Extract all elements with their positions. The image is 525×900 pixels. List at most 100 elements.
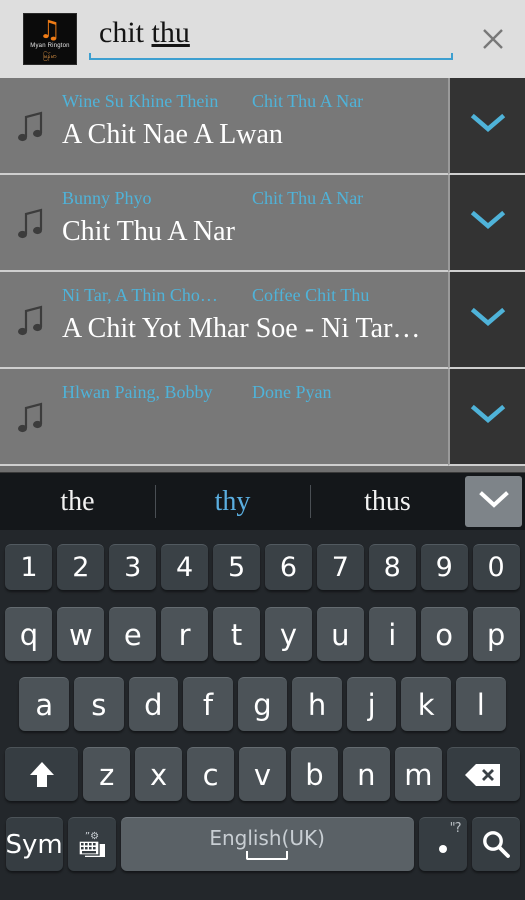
- period-key[interactable]: "?: [418, 817, 467, 871]
- clear-search-button[interactable]: [461, 0, 525, 78]
- row-artist: Wine Su Khine Thein: [62, 91, 219, 111]
- space-key[interactable]: English(UK): [120, 817, 414, 871]
- shift-key[interactable]: [5, 747, 79, 801]
- backspace-key[interactable]: [446, 747, 520, 801]
- table-row[interactable]: Ni Tar, A Thin Cho… Coffee Chit Thu A Ch…: [0, 272, 525, 369]
- key-j[interactable]: j: [346, 677, 397, 731]
- space-bar-glyph: [246, 851, 289, 860]
- period-dot-icon: [438, 844, 447, 853]
- suggestion-item-0[interactable]: the: [0, 473, 155, 530]
- app-root: ♫ Myan Rington မြန်မာ chit thu Wine Su K…: [0, 0, 525, 900]
- space-key-label: English(UK): [209, 826, 325, 850]
- key-v[interactable]: v: [239, 747, 286, 801]
- shift-up-icon: [27, 759, 57, 791]
- key-8[interactable]: 8: [368, 544, 416, 590]
- key-3[interactable]: 3: [109, 544, 157, 590]
- row-title: A Chit Yot Mhar Soe - Ni Tar…: [62, 313, 421, 344]
- key-4[interactable]: 4: [161, 544, 209, 590]
- key-9[interactable]: 9: [420, 544, 468, 590]
- search-query-composing: thu: [151, 16, 190, 49]
- key-x[interactable]: x: [135, 747, 183, 801]
- app-icon[interactable]: ♫ Myan Rington မြန်မာ: [23, 13, 77, 65]
- suggestion-strip: the thy thus: [0, 472, 525, 530]
- key-7[interactable]: 7: [316, 544, 364, 590]
- row-expand-button[interactable]: [448, 272, 525, 369]
- row-album: Chit Thu A Nar: [252, 188, 364, 208]
- chevron-down-icon: [469, 208, 507, 237]
- row-meta: Bunny Phyo Chit Thu A Nar: [62, 188, 448, 209]
- chevron-down-icon: [469, 305, 507, 334]
- search-key[interactable]: [471, 817, 520, 871]
- search-input-text: chit thu: [99, 16, 190, 50]
- row-meta: Hlwan Paing, Bobby Done Pyan: [62, 382, 448, 403]
- search-input[interactable]: chit thu: [89, 10, 455, 68]
- period-key-hint: "?: [449, 821, 462, 836]
- table-row[interactable]: Hlwan Paing, Bobby Done Pyan: [0, 369, 525, 466]
- backspace-icon: [463, 762, 503, 788]
- search-results-list[interactable]: Wine Su Khine Thein Chit Thu A Nar A Chi…: [0, 78, 525, 480]
- key-0[interactable]: 0: [472, 544, 520, 590]
- app-logo-line2: မြန်မာ: [42, 54, 58, 60]
- key-r[interactable]: r: [161, 607, 209, 661]
- key-6[interactable]: 6: [265, 544, 312, 590]
- key-m[interactable]: m: [394, 747, 442, 801]
- row-texts: Ni Tar, A Thin Cho… Coffee Chit Thu A Ch…: [62, 271, 448, 368]
- key-g[interactable]: g: [237, 677, 288, 731]
- chevron-down-icon: [477, 488, 511, 515]
- key-5[interactable]: 5: [213, 544, 260, 590]
- virtual-keyboard: 1 2 3 4 5 6 7 8 9 0 q w e r t y u i o p …: [0, 530, 525, 900]
- key-q[interactable]: q: [5, 607, 53, 661]
- row-album: Coffee Chit Thu: [252, 285, 370, 305]
- key-b[interactable]: b: [290, 747, 338, 801]
- search-input-underline: [89, 53, 453, 60]
- key-o[interactable]: o: [420, 607, 468, 661]
- suggestions-expand-button[interactable]: [465, 476, 522, 527]
- key-n[interactable]: n: [342, 747, 390, 801]
- row-texts: Wine Su Khine Thein Chit Thu A Nar A Chi…: [62, 78, 448, 174]
- key-s[interactable]: s: [74, 677, 124, 731]
- keyboard-row-bottom-letters: z x c v b n m: [3, 739, 522, 809]
- row-artist: Bunny Phyo: [62, 188, 152, 208]
- key-d[interactable]: d: [128, 677, 179, 731]
- music-note-icon: [0, 109, 62, 143]
- key-t[interactable]: t: [213, 607, 260, 661]
- key-i[interactable]: i: [368, 607, 416, 661]
- key-e[interactable]: e: [109, 607, 157, 661]
- key-1[interactable]: 1: [5, 544, 53, 590]
- key-w[interactable]: w: [57, 607, 105, 661]
- key-a[interactable]: a: [19, 677, 70, 731]
- table-row[interactable]: Bunny Phyo Chit Thu A Nar Chit Thu A Nar: [0, 175, 525, 272]
- key-f[interactable]: f: [183, 677, 233, 731]
- keyboard-switch-key[interactable]: ”⚙: [67, 817, 116, 871]
- key-y[interactable]: y: [265, 607, 312, 661]
- row-texts: Hlwan Paing, Bobby Done Pyan: [62, 368, 448, 465]
- key-u[interactable]: u: [316, 607, 364, 661]
- app-logo-glyph: ♫: [38, 15, 62, 44]
- keyboard-row-qwerty: q w e r t y u i o p: [3, 599, 522, 669]
- key-z[interactable]: z: [83, 747, 131, 801]
- key-h[interactable]: h: [292, 677, 342, 731]
- key-k[interactable]: k: [401, 677, 451, 731]
- music-note-icon: [0, 400, 62, 434]
- row-title: A Chit Nae A Lwan: [62, 119, 283, 150]
- suggestion-item-2[interactable]: thus: [310, 473, 465, 530]
- music-note-icon: [0, 206, 62, 240]
- row-album: Chit Thu A Nar: [252, 91, 364, 111]
- row-artist: Hlwan Paing, Bobby: [62, 382, 213, 402]
- row-expand-button[interactable]: [448, 175, 525, 272]
- key-p[interactable]: p: [472, 607, 520, 661]
- row-artist: Ni Tar, A Thin Cho…: [62, 285, 218, 305]
- keyboard-row-function: Sym ”⚙ English(UK) "?: [3, 809, 522, 879]
- keyboard-switch-icon: ”⚙: [75, 829, 109, 861]
- suggestion-item-1[interactable]: thy: [155, 473, 310, 530]
- chevron-down-icon: [469, 402, 507, 431]
- row-expand-button[interactable]: [448, 369, 525, 466]
- key-c[interactable]: c: [187, 747, 235, 801]
- app-logo-line1: Myan Rington: [30, 43, 70, 49]
- sym-key[interactable]: Sym: [5, 817, 63, 871]
- table-row[interactable]: Wine Su Khine Thein Chit Thu A Nar A Chi…: [0, 78, 525, 175]
- key-2[interactable]: 2: [57, 544, 105, 590]
- row-expand-button[interactable]: [448, 78, 525, 175]
- close-icon: [478, 24, 508, 54]
- key-l[interactable]: l: [455, 677, 506, 731]
